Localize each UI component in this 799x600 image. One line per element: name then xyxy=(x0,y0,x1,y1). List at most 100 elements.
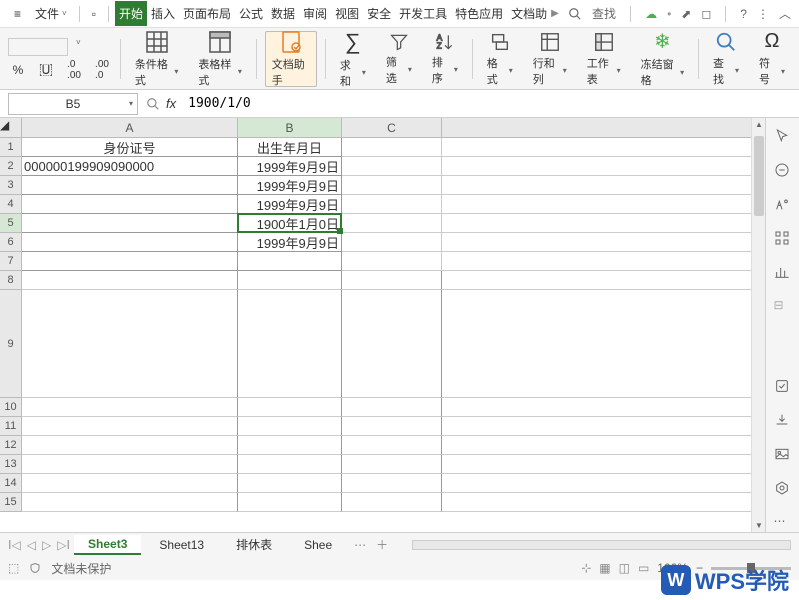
cell[interactable] xyxy=(442,474,765,493)
fx-icon[interactable]: fx xyxy=(166,96,176,111)
cell[interactable] xyxy=(342,455,442,474)
cell[interactable] xyxy=(442,290,765,398)
cell[interactable] xyxy=(22,436,238,455)
help-icon[interactable]: ? xyxy=(740,7,747,21)
cell[interactable]: 出生年月日 xyxy=(238,138,342,157)
worksheet-group[interactable]: 工作表▾ xyxy=(581,31,627,87)
comma-icon[interactable]: 🇺 xyxy=(36,60,56,80)
cell[interactable] xyxy=(442,252,765,271)
tab-layout[interactable]: 页面布局 xyxy=(179,1,235,26)
tab-data[interactable]: 数据 xyxy=(267,1,299,26)
cell[interactable]: 1999年9月9日 xyxy=(238,195,342,214)
tab-view[interactable]: 视图 xyxy=(331,1,363,26)
apps-icon[interactable] xyxy=(774,230,792,248)
sheet-tab[interactable]: Shee xyxy=(290,536,346,554)
sheet-more-icon[interactable]: ⋯ xyxy=(354,538,366,552)
cell[interactable] xyxy=(238,455,342,474)
sheet-last-icon[interactable]: ▷Ⅰ xyxy=(57,538,70,552)
col-header-C[interactable]: C xyxy=(342,118,442,138)
tab-scroll-right-icon[interactable]: ▶ xyxy=(551,8,559,19)
cell[interactable] xyxy=(22,290,238,398)
share-icon[interactable]: ⬈ xyxy=(681,7,691,21)
tab-security[interactable]: 安全 xyxy=(363,1,395,26)
row-header[interactable]: 7 xyxy=(0,252,22,271)
cell[interactable] xyxy=(342,176,442,195)
cell[interactable] xyxy=(342,398,442,417)
cell[interactable] xyxy=(22,214,238,233)
col-header-A[interactable]: A xyxy=(22,118,238,138)
cell[interactable]: 000000199909090000 xyxy=(22,157,238,176)
cell[interactable] xyxy=(342,474,442,493)
cell[interactable] xyxy=(442,493,765,512)
more-panel-icon[interactable]: ⊟ xyxy=(774,298,792,316)
sheet-prev-icon[interactable]: ◁ xyxy=(27,538,36,552)
sheet-next-icon[interactable]: ▷ xyxy=(42,538,51,552)
cell[interactable] xyxy=(342,493,442,512)
row-header[interactable]: 15 xyxy=(0,493,22,512)
cell[interactable] xyxy=(238,474,342,493)
fx-cancel-icon[interactable] xyxy=(146,97,160,111)
row-header[interactable]: 2 xyxy=(0,157,22,176)
doc-assist-group[interactable]: 文档助手 xyxy=(265,31,317,87)
dots-icon[interactable]: ⋯ xyxy=(774,514,792,532)
cell[interactable] xyxy=(22,455,238,474)
cell[interactable] xyxy=(342,233,442,252)
row-header[interactable]: 1 xyxy=(0,138,22,157)
sheet-tab[interactable]: Sheet3 xyxy=(74,535,141,555)
cond-format-group[interactable]: 条件格式▾ xyxy=(129,31,185,87)
symbol-group[interactable]: Ω 符号▾ xyxy=(753,31,791,87)
cell[interactable] xyxy=(342,214,442,233)
cell[interactable] xyxy=(22,417,238,436)
backup-icon[interactable] xyxy=(774,378,792,396)
horizontal-scrollbar[interactable] xyxy=(412,540,791,550)
cell[interactable] xyxy=(342,436,442,455)
tab-start[interactable]: 开始 xyxy=(115,1,147,26)
sheet-add-icon[interactable]: ＋ xyxy=(376,536,388,553)
window-icon[interactable]: ◻ xyxy=(701,7,711,21)
cell[interactable]: 1999年9月9日 xyxy=(238,176,342,195)
collapse-icon[interactable]: ︿ xyxy=(779,5,791,22)
drawing-icon[interactable] xyxy=(774,196,792,214)
tab-formula[interactable]: 公式 xyxy=(235,1,267,26)
cell[interactable] xyxy=(238,493,342,512)
tab-review[interactable]: 审阅 xyxy=(299,1,331,26)
sheet-first-icon[interactable]: Ⅰ◁ xyxy=(8,538,21,552)
cell[interactable] xyxy=(22,271,238,290)
row-header[interactable]: 5 xyxy=(0,214,22,233)
select-all-corner[interactable]: ◢ xyxy=(0,118,22,138)
cell[interactable] xyxy=(342,195,442,214)
col-header-B[interactable]: B xyxy=(238,118,342,138)
row-header[interactable]: 3 xyxy=(0,176,22,195)
cell[interactable] xyxy=(342,290,442,398)
cell[interactable]: 身份证号 xyxy=(22,138,238,157)
cell[interactable] xyxy=(22,195,238,214)
cell[interactable] xyxy=(442,214,765,233)
percent-icon[interactable]: % xyxy=(8,60,28,80)
cell[interactable] xyxy=(342,271,442,290)
tab-special[interactable]: 特色应用 xyxy=(451,1,507,26)
row-header[interactable]: 6 xyxy=(0,233,22,252)
search-icon[interactable] xyxy=(568,7,582,21)
row-header[interactable]: 10 xyxy=(0,398,22,417)
row-header[interactable]: 14 xyxy=(0,474,22,493)
cell[interactable] xyxy=(238,417,342,436)
tab-insert[interactable]: 插入 xyxy=(147,1,179,26)
table-style-group[interactable]: 表格样式▾ xyxy=(192,31,248,87)
focus-cell-icon[interactable]: ⊹ xyxy=(581,561,591,575)
cell[interactable] xyxy=(342,157,442,176)
row-header[interactable]: 12 xyxy=(0,436,22,455)
scrollbar-thumb[interactable] xyxy=(754,136,764,216)
cell[interactable] xyxy=(22,252,238,271)
view-page-icon[interactable]: ◫ xyxy=(619,561,630,575)
tab-dev[interactable]: 开发工具 xyxy=(395,1,451,26)
cell[interactable] xyxy=(442,436,765,455)
cell[interactable] xyxy=(22,233,238,252)
file-menu[interactable]: 文件 ˅ xyxy=(29,3,73,24)
row-header[interactable]: 4 xyxy=(0,195,22,214)
cell[interactable]: 1999年9月9日 xyxy=(238,233,342,252)
image-icon[interactable] xyxy=(774,446,792,464)
cell[interactable] xyxy=(238,290,342,398)
name-box[interactable]: B5 ▾ xyxy=(8,93,138,115)
export-icon[interactable] xyxy=(774,412,792,430)
cell[interactable] xyxy=(442,455,765,474)
